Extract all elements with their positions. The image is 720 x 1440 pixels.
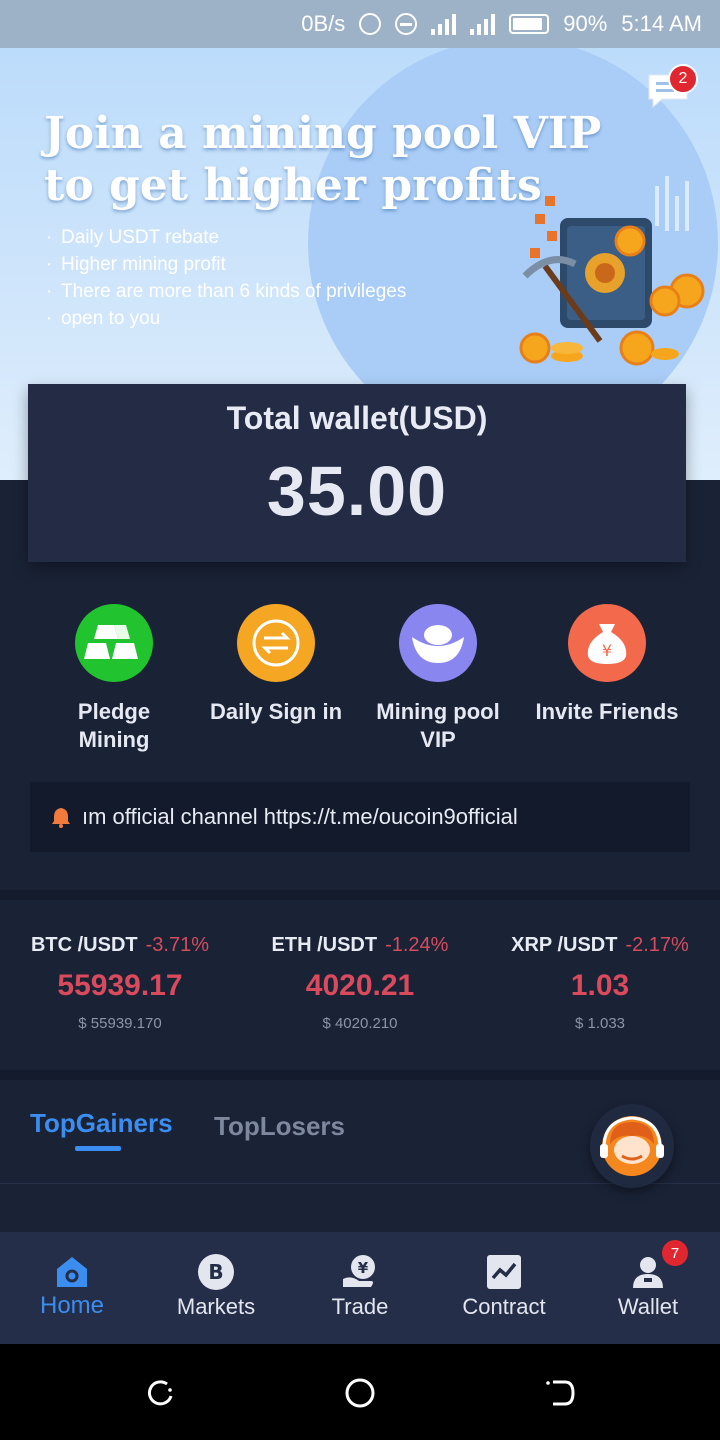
ticker-usd: $ 55939.170 (78, 1015, 162, 1032)
message-count-badge: 2 (668, 64, 698, 94)
quick-label: Pledge Mining (77, 699, 151, 752)
nav-label: Wallet (617, 1294, 679, 1319)
exchange-arrows-icon (237, 604, 315, 682)
wallet-notification-badge: 7 (662, 1240, 688, 1266)
ticker-change: -1.24% (385, 934, 449, 956)
clock: 5:14 AM (621, 11, 702, 36)
tab-top-gainers[interactable]: TopGainers (30, 1108, 173, 1139)
ticker-pair: ETH /USDT (271, 934, 378, 956)
money-bag-icon: ¥ (568, 604, 646, 682)
nav-wallet[interactable]: Wallet (576, 1232, 720, 1344)
battery-percent: 90% (563, 11, 608, 36)
mining-pool-vip-button[interactable]: Mining pool VIP (358, 604, 518, 754)
recent-apps-icon[interactable] (145, 1378, 175, 1408)
bitcoin-icon: B (196, 1252, 236, 1292)
ticker-price: 55939.17 (57, 969, 183, 1002)
notice-bar[interactable]: ım official channel https://t.me/oucoin9… (30, 782, 690, 852)
gold-ingot-icon (399, 604, 477, 682)
banner-bullet: There are more than 6 kinds of privilege… (46, 278, 406, 305)
wallet-value: 35.00 (266, 452, 448, 530)
nav-trade[interactable]: ¥ Trade (288, 1232, 432, 1344)
nav-label: Contract (462, 1294, 546, 1319)
ticker-usd: $ 4020.210 (322, 1015, 398, 1032)
status-bar: 0B/s 90% 5:14 AM (0, 0, 720, 48)
section-divider (0, 890, 720, 900)
tab-top-losers[interactable]: TopLosers (214, 1111, 345, 1142)
nav-markets[interactable]: B Markets (144, 1232, 288, 1344)
chart-icon (484, 1252, 524, 1292)
safe-coins-illustration (519, 176, 705, 366)
ticker-row: BTC /USDT -3.71% 55939.17 $ 55939.170 ETH… (0, 900, 720, 1070)
daily-sign-in-button[interactable]: Daily Sign in (196, 604, 356, 726)
ticker-btc[interactable]: BTC /USDT -3.71% 55939.17 $ 55939.170 (0, 934, 240, 1032)
banner-bullet: Daily USDT rebate (46, 224, 406, 251)
invite-friends-button[interactable]: ¥ Invite Friends (527, 604, 687, 726)
ticker-usd: $ 1.033 (574, 1015, 626, 1032)
nav-contract[interactable]: Contract (432, 1232, 576, 1344)
battery-icon (509, 14, 550, 34)
signal-icon (470, 13, 496, 35)
ticker-price: 1.03 (570, 969, 630, 1002)
quick-label: Daily Sign in (209, 699, 343, 724)
wallet-title: Total wallet(USD) (226, 400, 488, 436)
nav-home[interactable]: Home (0, 1232, 144, 1344)
trade-icon: ¥ (340, 1252, 380, 1292)
pledge-mining-button[interactable]: Pledge Mining (34, 604, 194, 754)
ticker-pair: BTC /USDT (30, 934, 138, 956)
quick-label: Mining pool VIP (376, 699, 500, 752)
quick-actions: Pledge Mining Daily Sign in Mining pool … (0, 604, 720, 764)
ticker-price: 4020.21 (305, 969, 415, 1002)
ticker-change: -3.71% (145, 934, 210, 956)
banner-bullets: Daily USDT rebate Higher mining profit T… (46, 224, 406, 332)
home-icon (52, 1252, 92, 1292)
notice-text: ım official channel https://t.me/oucoin9… (82, 804, 518, 829)
do-not-disturb-icon (395, 13, 418, 35)
ticker-xrp[interactable]: XRP /USDT -2.17% 1.03 $ 1.033 (480, 934, 720, 1032)
bottom-nav: Home B Markets ¥ Trade Contract Wallet (0, 1232, 720, 1344)
system-nav-bar (0, 1344, 720, 1440)
banner-bullet: Higher mining profit (46, 251, 406, 278)
ticker-pair: XRP /USDT (511, 934, 618, 956)
active-tab-indicator (75, 1146, 121, 1151)
support-agent-icon (600, 1116, 664, 1176)
customer-support-button[interactable] (590, 1104, 674, 1188)
ticker-change: -2.17% (625, 934, 689, 956)
bell-icon (52, 808, 70, 828)
signal-3g-icon (431, 13, 457, 35)
ticker-eth[interactable]: ETH /USDT -1.24% 4020.21 $ 4020.210 (240, 934, 480, 1032)
banner-bullet: open to you (46, 305, 406, 332)
home-button-icon[interactable] (345, 1378, 375, 1408)
nav-label: Trade (331, 1294, 389, 1319)
back-icon[interactable] (545, 1378, 575, 1408)
nav-label: Markets (176, 1294, 256, 1319)
net-speed: 0B/s (301, 11, 346, 36)
total-wallet-card[interactable]: Total wallet(USD) 35.00 (28, 384, 686, 562)
section-divider (0, 1070, 720, 1080)
svg-text:¥: ¥ (602, 641, 612, 660)
svg-text:¥: ¥ (358, 1259, 369, 1277)
nav-label: Home (39, 1292, 105, 1319)
quick-label: Invite Friends (535, 699, 679, 724)
data-saver-icon (359, 13, 382, 35)
svg-text:B: B (208, 1260, 223, 1284)
gold-bars-icon (75, 604, 153, 682)
